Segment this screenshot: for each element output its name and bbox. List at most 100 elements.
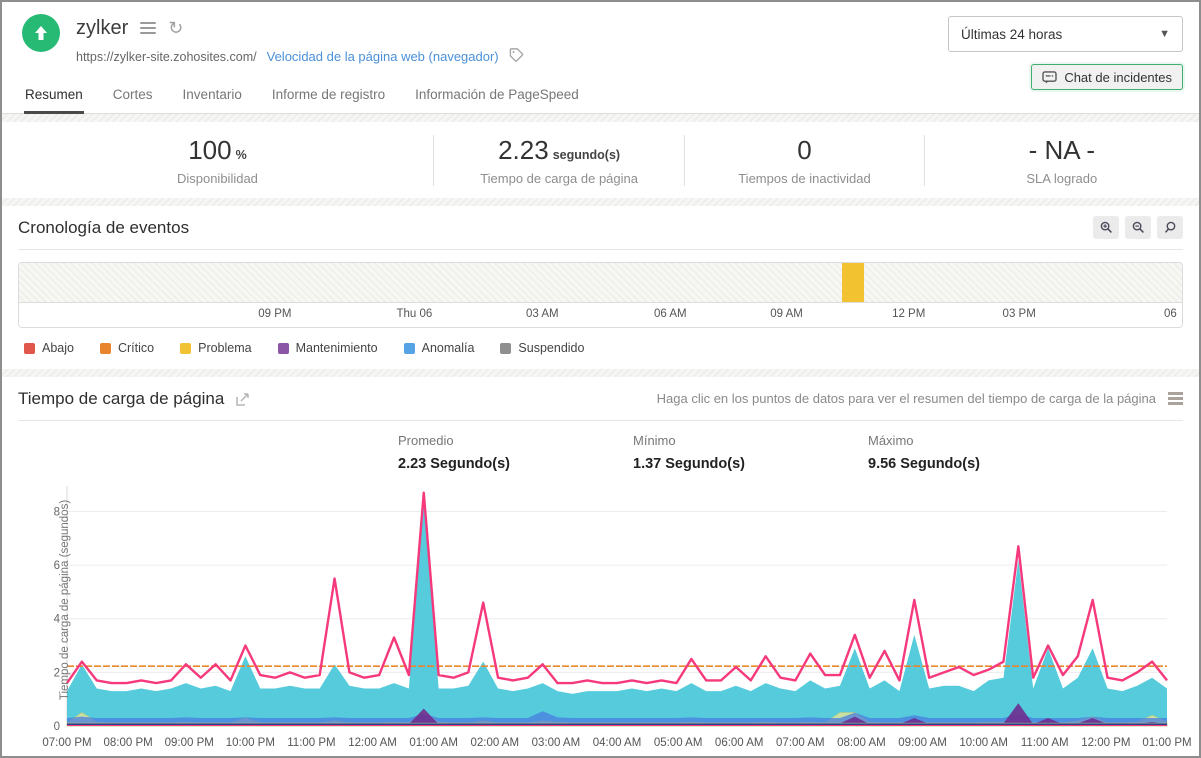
x-axis-tick: 09:00 PM — [164, 737, 214, 749]
x-axis-tick: 10:00 PM — [225, 737, 275, 749]
legend-swatch-icon — [403, 342, 415, 354]
y-axis-label: Tiempo de carga de página (segundos) — [59, 499, 71, 701]
app-window: zylker ↻ https://zylker-site.zohosites.c… — [0, 0, 1201, 758]
tab-inventario[interactable]: Inventario — [182, 81, 243, 113]
kpi-value: - NA - — [1028, 134, 1096, 165]
event-legend-abajo: Abajo — [24, 341, 74, 355]
x-axis-tick: 07:00 PM — [42, 737, 92, 749]
tab-resumen[interactable]: Resumen — [24, 81, 84, 114]
tab-informe-de-registro[interactable]: Informe de registro — [271, 81, 386, 113]
x-axis-tick: 11:00 PM — [287, 737, 336, 749]
x-axis-tick: 06:00 AM — [714, 737, 764, 749]
events-legend: Abajo Crítico Problema Mantenimiento Anomalí… — [18, 328, 1183, 369]
divider — [2, 114, 1199, 122]
tag-icon[interactable] — [509, 48, 524, 65]
chart-stat-mnimo: Mínimo 1.37 Segundo(s) — [633, 433, 745, 472]
time-range-select[interactable]: Últimas 24 horas ▼ — [948, 16, 1183, 52]
timeline-tick: 06 — [1163, 308, 1177, 320]
legend-swatch-icon — [500, 342, 512, 354]
timeline-tick: 12 PM — [892, 308, 926, 320]
kpi-0: 100% Disponibilidad — [2, 135, 433, 186]
monitor-url: https://zylker-site.zohosites.com/ — [76, 49, 257, 64]
header: zylker ↻ https://zylker-site.zohosites.c… — [2, 2, 1199, 90]
event-legend-suspendido: Suspendido — [500, 341, 584, 355]
x-axis-labels: 07:00 PM 08:00 PM 09:00 PM 10:00 PM 11:00 PM… — [18, 737, 1191, 755]
divider — [2, 369, 1199, 377]
events-section: Cronología de eventos 09 PM Thu 06 03 AM 06… — [2, 206, 1199, 369]
legend-swatch-icon — [24, 342, 35, 354]
x-axis-tick: 10:00 AM — [959, 737, 1008, 749]
timeline-tick: 09 AM — [770, 308, 803, 320]
load-time-title: Tiempo de carga de página — [18, 388, 225, 408]
chart-stats: Promedio 2.23 Segundo(s) Mínimo 1.37 Segund… — [18, 421, 1183, 482]
monitor-title: zylker — [76, 16, 129, 39]
incident-chat-label: Chat de incidentes — [1064, 69, 1172, 85]
x-axis-tick: 01:00 PM — [1142, 737, 1192, 749]
timeline-tick: 03 PM — [1002, 308, 1036, 320]
timeline-tick: Thu 06 — [396, 308, 433, 320]
tab-informaci-n-de-pagespeed[interactable]: Información de PageSpeed — [414, 81, 580, 113]
x-axis-tick: 08:00 PM — [103, 737, 153, 749]
legend-swatch-icon — [277, 342, 289, 354]
kpi-2: 0 Tiempos de inactividad — [684, 134, 923, 186]
load-time-chart[interactable]: Tiempo de carga de página (segundos) 024… — [18, 482, 1192, 755]
load-time-section: Tiempo de carga de página Haga clic en l… — [2, 377, 1199, 756]
event-legend-mantenimiento: Mantenimiento — [277, 341, 378, 355]
x-axis-tick: 02:00 AM — [470, 737, 520, 749]
chart-stat-mximo: Máximo 9.56 Segundo(s) — [868, 433, 980, 472]
chart-hint: Haga clic en los puntos de datos para ve… — [656, 391, 1156, 406]
chart-menu-icon[interactable] — [1168, 392, 1183, 405]
refresh-icon[interactable]: ↻ — [168, 19, 183, 37]
legend-swatch-icon — [99, 342, 111, 354]
event-legend-crítico: Crítico — [99, 341, 154, 355]
x-axis-tick: 12:00 AM — [348, 737, 397, 749]
kpi-value: 2.23 segundo(s) — [498, 134, 621, 165]
kpi-3: - NA - SLA logrado — [923, 134, 1199, 186]
tab-bar: Resumen Cortes Inventario Informe de regist… — [2, 81, 1199, 114]
events-title: Cronología de eventos — [18, 217, 190, 237]
incident-chat-button[interactable]: Chat de incidentes — [1031, 64, 1183, 90]
zoom-reset-icon[interactable] — [1157, 216, 1183, 239]
kpi-label: SLA logrado — [1026, 170, 1098, 186]
chevron-down-icon: ▼ — [1159, 28, 1170, 40]
timeline-tick: 09 PM — [258, 308, 292, 320]
zoom-in-icon[interactable] — [1093, 216, 1119, 239]
legend-swatch-icon — [180, 342, 192, 354]
expand-icon[interactable] — [236, 392, 250, 406]
kpi-value: 0 — [797, 134, 812, 165]
chart-stat-promedio: Promedio 2.23 Segundo(s) — [398, 433, 510, 472]
tab-cortes[interactable]: Cortes — [112, 81, 154, 113]
x-axis-tick: 11:00 AM — [1020, 737, 1069, 749]
kpi-label: Tiempo de carga de página — [480, 170, 638, 186]
zoom-out-icon[interactable] — [1125, 216, 1151, 239]
x-axis-tick: 07:00 AM — [776, 737, 825, 749]
kpi-1: 2.23 segundo(s) Tiempo de carga de página — [432, 134, 684, 186]
event-legend-anomalía: Anomalía — [403, 341, 474, 355]
x-axis-tick: 08:00 AM — [837, 737, 886, 749]
event-marker-problema[interactable] — [842, 263, 865, 302]
timeline-tick: 06 AM — [653, 308, 687, 320]
timeline-tick: 03 AM — [526, 308, 559, 320]
svg-text:0: 0 — [54, 721, 60, 730]
monitor-type-link[interactable]: Velocidad de la página web (navegador) — [267, 49, 499, 64]
chat-icon — [1042, 70, 1058, 84]
x-axis-tick: 01:00 AM — [409, 737, 458, 749]
event-legend-problema: Problema — [180, 341, 252, 355]
x-axis-tick: 03:00 AM — [531, 737, 581, 749]
kpi-value: 100% — [188, 134, 247, 165]
events-timeline-axis: 09 PM Thu 06 03 AM 06 AM 09 AM 12 PM 03 PM 06 — [19, 303, 1182, 327]
status-up-icon — [22, 14, 60, 52]
divider — [2, 198, 1199, 206]
hamburger-icon[interactable] — [140, 22, 157, 34]
events-timeline-band[interactable] — [19, 263, 1182, 303]
x-axis-tick: 09:00 AM — [898, 737, 947, 749]
x-axis-tick: 05:00 AM — [653, 737, 703, 749]
time-range-value: Últimas 24 horas — [961, 26, 1063, 42]
chart-plot[interactable]: 02468 — [18, 482, 1187, 733]
kpi-row: 100% Disponibilidad 2.23 segundo(s) Tiempo d… — [2, 122, 1199, 198]
events-timeline: 09 PM Thu 06 03 AM 06 AM 09 AM 12 PM 03 PM 06 — [18, 262, 1183, 328]
x-axis-tick: 12:00 PM — [1081, 737, 1131, 749]
x-axis-tick: 04:00 AM — [592, 737, 642, 749]
kpi-label: Disponibilidad — [176, 170, 258, 186]
kpi-label: Tiempos de inactividad — [738, 170, 871, 186]
